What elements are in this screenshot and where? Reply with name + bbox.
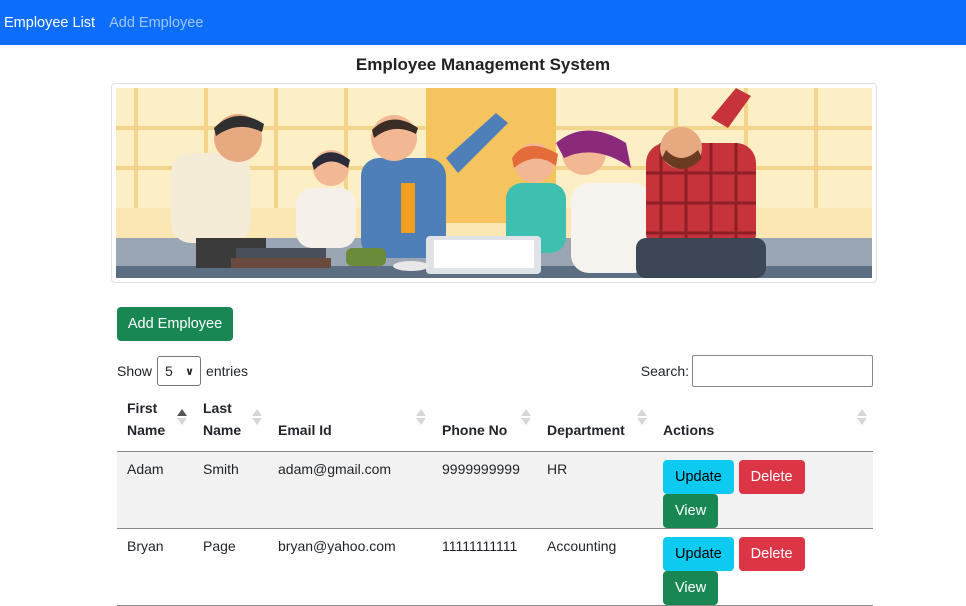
cell-phone: 11111111111 <box>432 528 537 606</box>
search-control: Search: <box>641 355 873 387</box>
header-last-name-line2: Name <box>203 422 242 438</box>
update-button[interactable]: Update <box>663 537 734 571</box>
header-department-label: Department <box>547 422 625 438</box>
team-celebration-illustration <box>116 88 872 278</box>
cell-phone: 9999999999 <box>432 451 537 529</box>
cell-actions: Update Delete View <box>653 451 873 529</box>
delete-button[interactable]: Delete <box>738 460 805 494</box>
header-email-id[interactable]: Email Id <box>268 397 432 452</box>
cell-email: adam@gmail.com <box>268 451 432 529</box>
cell-last-name: Page <box>193 528 268 606</box>
search-input[interactable] <box>692 355 873 387</box>
cell-department: HR <box>537 451 653 529</box>
update-button[interactable]: Update <box>663 460 734 494</box>
sort-icon <box>521 409 531 427</box>
header-first-name[interactable]: First Name <box>117 397 193 452</box>
header-first-name-line1: First <box>127 400 158 416</box>
employee-table: First Name Last Name Email Id Phone No D… <box>117 397 873 606</box>
cell-department: Accounting <box>537 528 653 606</box>
header-email-id-label: Email Id <box>278 422 332 438</box>
header-last-name-line1: Last <box>203 400 232 416</box>
cell-email: bryan@yahoo.com <box>268 528 432 606</box>
table-header-row: First Name Last Name Email Id Phone No D… <box>117 397 873 452</box>
view-button[interactable]: View <box>663 571 719 605</box>
header-actions-label: Actions <box>663 422 715 438</box>
header-department[interactable]: Department <box>537 397 653 452</box>
header-phone-no-label: Phone No <box>442 422 508 438</box>
chevron-down-icon: ∨ <box>185 365 195 378</box>
cell-first-name: Bryan <box>117 528 193 606</box>
entries-select[interactable]: 5 ∨ <box>157 356 202 386</box>
add-employee-button[interactable]: Add Employee <box>117 307 233 341</box>
header-phone-no[interactable]: Phone No <box>432 397 537 452</box>
cell-first-name: Adam <box>117 451 193 529</box>
datatable-controls: Show 5 ∨ entries Search: <box>117 355 873 387</box>
nav-employee-list-link[interactable]: Employee List <box>4 15 95 31</box>
sort-icon <box>857 409 867 427</box>
table-row: Adam Smith adam@gmail.com 9999999999 HR … <box>117 451 873 529</box>
sort-icon <box>252 409 262 427</box>
sort-icon <box>416 409 426 427</box>
cell-last-name: Smith <box>193 451 268 529</box>
header-first-name-line2: Name <box>127 422 166 438</box>
top-navbar: Employee List Add Employee <box>0 0 966 45</box>
sort-asc-icon <box>177 409 187 427</box>
cell-actions: Update Delete View <box>653 528 873 606</box>
entries-select-value: 5 <box>165 363 173 379</box>
search-label: Search: <box>640 363 689 379</box>
show-label: Show <box>117 363 153 379</box>
view-button[interactable]: View <box>663 494 719 528</box>
page-title: Employee Management System <box>355 55 611 74</box>
header-last-name[interactable]: Last Name <box>193 397 268 452</box>
header-actions[interactable]: Actions <box>653 397 873 452</box>
sort-icon <box>637 409 647 427</box>
table-row: Bryan Page bryan@yahoo.com 11111111111 A… <box>117 528 873 606</box>
entries-length-control: Show 5 ∨ entries <box>117 355 248 387</box>
banner-image <box>111 83 877 283</box>
delete-button[interactable]: Delete <box>738 537 805 571</box>
nav-add-employee-link[interactable]: Add Employee <box>109 15 203 31</box>
entries-label: entries <box>206 363 249 379</box>
